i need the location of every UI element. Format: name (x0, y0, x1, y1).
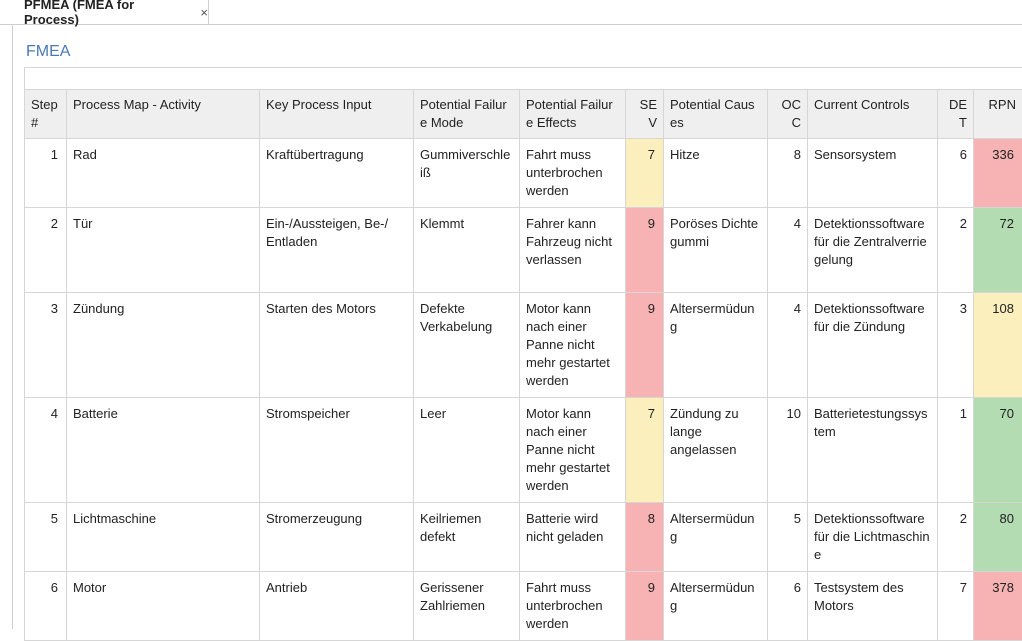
cell-mode[interactable]: Defekte Verkabelung (414, 293, 520, 398)
cell-step: 4 (25, 398, 67, 503)
content-border (12, 24, 13, 629)
header-activity[interactable]: Process Map - Activity (67, 90, 260, 139)
cell-input[interactable]: Stromspeicher (260, 398, 414, 503)
cell-activity[interactable]: Motor (67, 572, 260, 641)
cell-mode[interactable]: Klemmt (414, 208, 520, 293)
cell-rpn: 378 (974, 572, 1022, 641)
table-row[interactable]: 2 Tür Ein-/Aussteigen, Be-/ Entladen Kle… (25, 208, 1022, 293)
cell-step: 3 (25, 293, 67, 398)
cell-mode[interactable]: Gerissener Zahlriemen (414, 572, 520, 641)
cell-activity[interactable]: Rad (67, 139, 260, 208)
header-rpn[interactable]: RPN (974, 90, 1022, 139)
header-causes[interactable]: Potential Causes (664, 90, 768, 139)
table-row[interactable]: 4 Batterie Stromspeicher Leer Motor kann… (25, 398, 1022, 503)
table-row[interactable]: 6 Motor Antrieb Gerissener Zahlriemen Fa… (25, 572, 1022, 641)
cell-rpn: 336 (974, 139, 1022, 208)
cell-causes[interactable]: Poröses Dichtegummi (664, 208, 768, 293)
cell-sev[interactable]: 9 (626, 208, 664, 293)
header-effects[interactable]: Potential Failure Effects (520, 90, 626, 139)
cell-sev[interactable]: 8 (626, 503, 664, 572)
cell-mode[interactable]: Gummiverschleiß (414, 139, 520, 208)
cell-step: 1 (25, 139, 67, 208)
cell-input[interactable]: Starten des Motors (260, 293, 414, 398)
cell-occ[interactable]: 4 (768, 208, 808, 293)
cell-effects[interactable]: Fahrt muss unterbrochen werden (520, 572, 626, 641)
cell-activity[interactable]: Lichtmaschine (67, 503, 260, 572)
header-controls[interactable]: Current Controls (808, 90, 938, 139)
cell-controls[interactable]: Batterietestungssystem (808, 398, 938, 503)
cell-activity[interactable]: Batterie (67, 398, 260, 503)
cell-step: 6 (25, 572, 67, 641)
tab-pfmea[interactable]: PFMEA (FMEA for Process) × (12, 0, 209, 24)
section-title: FMEA (26, 43, 70, 61)
cell-det[interactable]: 7 (938, 572, 974, 641)
cell-controls[interactable]: Sensorsystem (808, 139, 938, 208)
tab-title: PFMEA (FMEA for Process) (24, 0, 192, 27)
cell-input[interactable]: Stromerzeugung (260, 503, 414, 572)
header-sev[interactable]: SEV (626, 90, 664, 139)
cell-causes[interactable]: Hitze (664, 139, 768, 208)
cell-controls[interactable]: Testsystem des Motors (808, 572, 938, 641)
cell-sev[interactable]: 9 (626, 572, 664, 641)
cell-input[interactable]: Ein-/Aussteigen, Be-/ Entladen (260, 208, 414, 293)
cell-controls[interactable]: Detektionssoftware für die Zündung (808, 293, 938, 398)
tab-bar: PFMEA (FMEA for Process) × (0, 0, 1022, 25)
cell-controls[interactable]: Detektionssoftware für die Lichtmaschine (808, 503, 938, 572)
cell-det[interactable]: 2 (938, 208, 974, 293)
cell-sev[interactable]: 7 (626, 398, 664, 503)
cell-rpn: 108 (974, 293, 1022, 398)
cell-effects[interactable]: Fahrer kann Fahrzeug nicht verlassen (520, 208, 626, 293)
table-header-row: Step # Process Map - Activity Key Proces… (25, 90, 1022, 139)
cell-input[interactable]: Kraftübertragung (260, 139, 414, 208)
fmea-table: Step # Process Map - Activity Key Proces… (24, 89, 1022, 641)
cell-det[interactable]: 2 (938, 503, 974, 572)
cell-step: 5 (25, 503, 67, 572)
table-row[interactable]: 5 Lichtmaschine Stromerzeugung Keilrieme… (25, 503, 1022, 572)
cell-causes[interactable]: Altersermüdung (664, 503, 768, 572)
cell-controls[interactable]: Detektionssoftware für die Zentralverrie… (808, 208, 938, 293)
cell-causes[interactable]: Zündung zu lange angelassen (664, 398, 768, 503)
header-det[interactable]: DET (938, 90, 974, 139)
cell-rpn: 80 (974, 503, 1022, 572)
cell-causes[interactable]: Altersermüdung (664, 572, 768, 641)
header-step[interactable]: Step # (25, 90, 67, 139)
cell-effects[interactable]: Batterie wird nicht geladen (520, 503, 626, 572)
cell-rpn: 72 (974, 208, 1022, 293)
cell-det[interactable]: 6 (938, 139, 974, 208)
cell-det[interactable]: 1 (938, 398, 974, 503)
cell-sev[interactable]: 9 (626, 293, 664, 398)
cell-input[interactable]: Antrieb (260, 572, 414, 641)
cell-occ[interactable]: 8 (768, 139, 808, 208)
header-input[interactable]: Key Process Input (260, 90, 414, 139)
cell-effects[interactable]: Motor kann nach einer Panne nicht mehr g… (520, 398, 626, 503)
cell-occ[interactable]: 5 (768, 503, 808, 572)
cell-causes[interactable]: Altersermüdung (664, 293, 768, 398)
cell-effects[interactable]: Motor kann nach einer Panne nicht mehr g… (520, 293, 626, 398)
cell-mode[interactable]: Leer (414, 398, 520, 503)
close-icon[interactable]: × (200, 5, 208, 20)
header-mode[interactable]: Potential Failure Mode (414, 90, 520, 139)
cell-occ[interactable]: 10 (768, 398, 808, 503)
header-occ[interactable]: OCC (768, 90, 808, 139)
cell-effects[interactable]: Fahrt muss unterbrochen werden (520, 139, 626, 208)
cell-occ[interactable]: 6 (768, 572, 808, 641)
cell-step: 2 (25, 208, 67, 293)
cell-activity[interactable]: Zündung (67, 293, 260, 398)
cell-det[interactable]: 3 (938, 293, 974, 398)
table-row[interactable]: 1 Rad Kraftübertragung Gummiverschleiß F… (25, 139, 1022, 208)
cell-sev[interactable]: 7 (626, 139, 664, 208)
cell-occ[interactable]: 4 (768, 293, 808, 398)
cell-mode[interactable]: Keilriemen defekt (414, 503, 520, 572)
cell-rpn: 70 (974, 398, 1022, 503)
table-row[interactable]: 3 Zündung Starten des Motors Defekte Ver… (25, 293, 1022, 398)
cell-activity[interactable]: Tür (67, 208, 260, 293)
